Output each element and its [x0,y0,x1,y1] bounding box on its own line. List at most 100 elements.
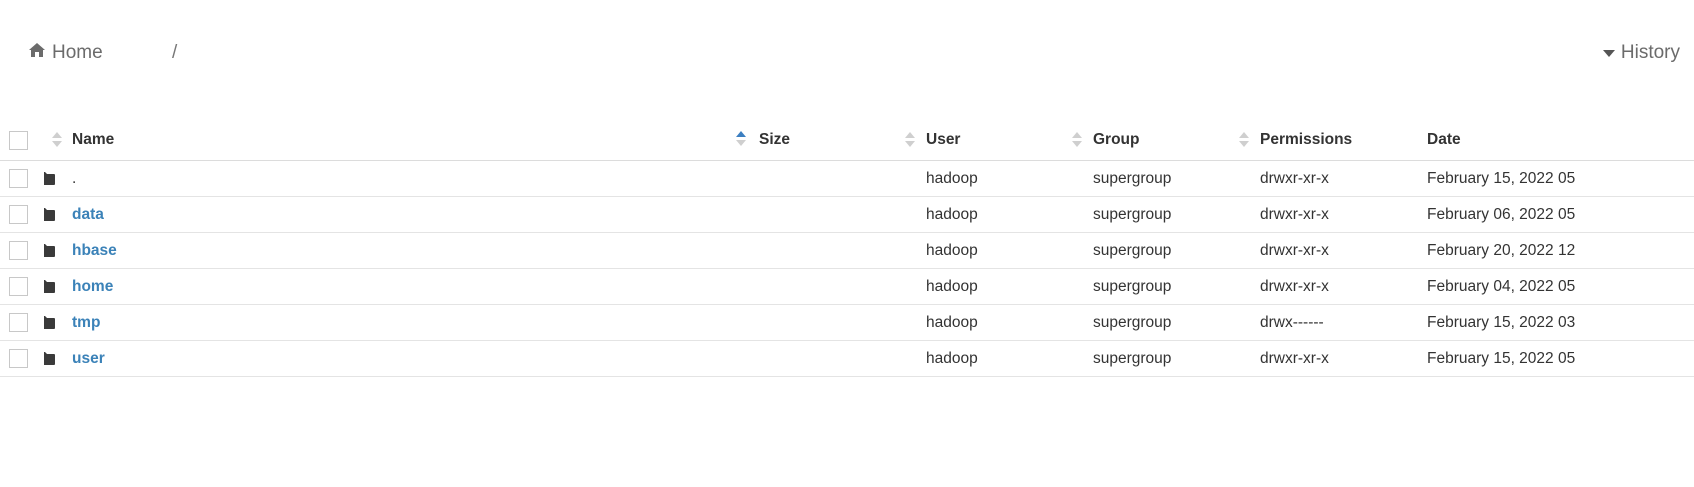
row-name-cell: tmp [72,304,759,341]
breadcrumb-home-label: Home [52,42,103,63]
header-name[interactable]: Name [72,120,759,161]
file-date: February 15, 2022 05 [1427,169,1576,187]
row-user-cell: hadoop [926,268,1093,305]
row-size-cell [759,160,926,197]
file-group: supergroup [1093,313,1172,331]
row-date-cell: February 20, 2022 12 [1427,232,1694,269]
file-group: supergroup [1093,277,1172,295]
select-all-checkbox[interactable] [9,130,28,150]
row-type-cell [44,268,72,305]
row-type-cell [44,340,72,377]
history-button[interactable]: History [1602,42,1680,64]
row-size-cell [759,340,926,377]
table-row[interactable]: . hadoop supergroup drwxr-xr-x February 15, … [0,160,1694,197]
file-name[interactable]: data [72,206,104,223]
row-name-cell: user [72,340,759,377]
file-permissions: drwxr-xr-x [1260,241,1329,259]
row-checkbox[interactable] [9,169,28,188]
folder-icon [44,206,55,223]
row-select-cell [0,196,44,233]
row-date-cell: February 04, 2022 05 [1427,268,1694,305]
header-date[interactable]: Date [1427,120,1694,161]
row-checkbox[interactable] [9,205,28,224]
row-type-cell [44,232,72,269]
header-permissions[interactable]: Permissions [1260,120,1427,161]
file-table: Name Size User Group Permissions Date . … [0,120,1694,377]
file-date: February 20, 2022 12 [1427,241,1576,259]
row-type-cell [44,304,72,341]
table-row[interactable]: hbase hadoop supergroup drwxr-xr-x February … [0,232,1694,269]
file-user: hadoop [926,277,978,295]
row-checkbox[interactable] [9,241,28,260]
file-date: February 15, 2022 05 [1427,349,1576,367]
file-name[interactable]: user [72,350,105,367]
header-size[interactable]: Size [759,120,926,161]
row-select-cell [0,268,44,305]
folder-icon [44,242,55,259]
row-date-cell: February 15, 2022 05 [1427,160,1694,197]
table-row[interactable]: data hadoop supergroup drwxr-xr-x February 0… [0,196,1694,233]
sort-size-icon[interactable] [905,131,915,149]
row-date-cell: February 15, 2022 03 [1427,304,1694,341]
row-type-cell [44,196,72,233]
file-user: hadoop [926,241,978,259]
file-name[interactable]: tmp [72,314,100,331]
row-permissions-cell: drwxr-xr-x [1260,160,1427,197]
table-row[interactable]: tmp hadoop supergroup drwx------ February 15… [0,304,1694,341]
header-name-label: Name [72,131,115,148]
header-permissions-label: Permissions [1260,131,1353,148]
row-permissions-cell: drwxr-xr-x [1260,232,1427,269]
sort-type-icon[interactable] [52,131,62,149]
folder-icon [44,278,55,295]
header-user[interactable]: User [926,120,1093,161]
table-row[interactable]: home hadoop supergroup drwxr-xr-x February 0… [0,268,1694,305]
header-group-label: Group [1093,131,1140,148]
header-date-label: Date [1427,131,1461,148]
history-label: History [1620,42,1680,63]
file-name[interactable]: hbase [72,242,117,259]
table-row[interactable]: user hadoop supergroup drwxr-xr-x February 1… [0,340,1694,377]
row-permissions-cell: drwxr-xr-x [1260,340,1427,377]
row-user-cell: hadoop [926,340,1093,377]
row-permissions-cell: drwx------ [1260,304,1427,341]
sort-group-icon[interactable] [1239,131,1249,149]
file-name[interactable]: home [72,278,113,295]
file-group: supergroup [1093,241,1172,259]
row-name-cell: data [72,196,759,233]
row-name-cell: hbase [72,232,759,269]
caret-down-icon [1602,49,1615,57]
breadcrumb-home-link[interactable]: Home [28,42,103,64]
header-user-label: User [926,131,961,148]
header-select-cell [0,120,44,161]
table-header-row: Name Size User Group Permissions Date [0,120,1694,161]
header-type-cell [44,120,72,161]
file-date: February 06, 2022 05 [1427,205,1576,223]
file-user: hadoop [926,169,978,187]
file-permissions: drwxr-xr-x [1260,169,1329,187]
row-date-cell: February 06, 2022 05 [1427,196,1694,233]
sort-user-icon[interactable] [1072,131,1082,149]
row-type-cell [44,160,72,197]
folder-icon [44,314,55,331]
row-name-cell: . [72,160,759,197]
row-checkbox[interactable] [9,313,28,332]
row-user-cell: hadoop [926,232,1093,269]
file-user: hadoop [926,313,978,331]
row-checkbox[interactable] [9,277,28,296]
row-group-cell: supergroup [1093,268,1260,305]
row-checkbox[interactable] [9,349,28,368]
row-size-cell [759,268,926,305]
file-date: February 04, 2022 05 [1427,277,1576,295]
file-permissions: drwxr-xr-x [1260,205,1329,223]
row-user-cell: hadoop [926,196,1093,233]
sort-name-icon[interactable] [736,130,746,148]
header-group[interactable]: Group [1093,120,1260,161]
file-group: supergroup [1093,349,1172,367]
file-permissions: drwx------ [1260,313,1324,331]
row-user-cell: hadoop [926,304,1093,341]
file-name: . [72,169,77,187]
file-user: hadoop [926,205,978,223]
row-select-cell [0,304,44,341]
row-name-cell: home [72,268,759,305]
file-permissions: drwxr-xr-x [1260,349,1329,367]
